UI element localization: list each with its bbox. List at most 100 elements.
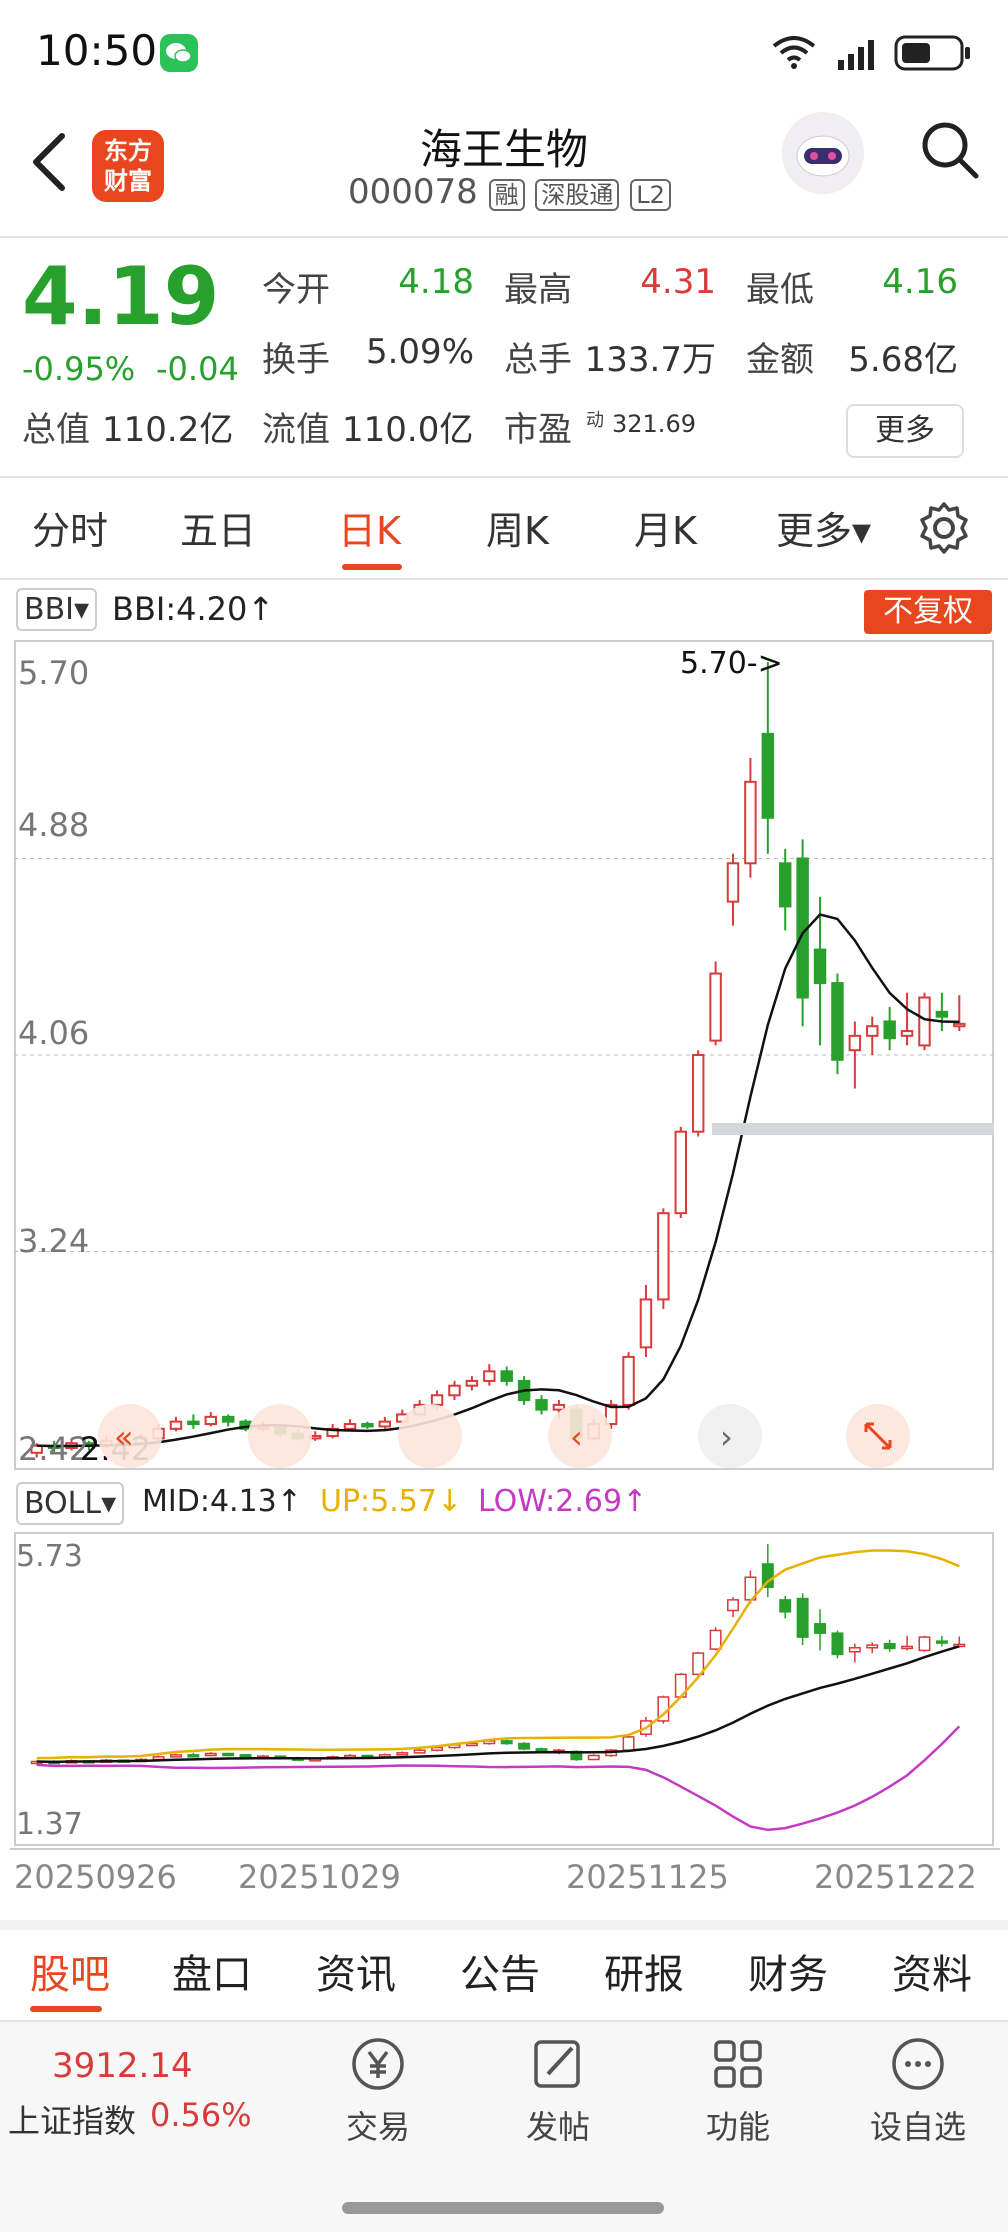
candle — [169, 1420, 183, 1430]
boll-candle — [848, 1647, 861, 1653]
quote-value-5: 5.68亿 — [848, 340, 958, 380]
quote-label-7: 流值 — [262, 410, 330, 450]
boll-candle — [796, 1597, 809, 1638]
zoom-out-button[interactable] — [248, 1404, 312, 1468]
candle — [465, 1379, 479, 1387]
grid-icon — [714, 2040, 762, 2088]
candle — [187, 1420, 200, 1426]
candle — [361, 1423, 374, 1428]
quote-label-4: 总手 — [504, 340, 572, 380]
quote-label-0: 今开 — [262, 270, 330, 310]
tab-daily-k[interactable]: 日K — [338, 500, 401, 555]
boll-candle — [187, 1754, 200, 1758]
boll-candle — [779, 1599, 792, 1613]
chart-settings-gear-icon[interactable] — [916, 500, 972, 560]
index-percent: 0.56% — [150, 2096, 252, 2134]
boll-candle — [814, 1623, 827, 1634]
quote-value-4: 133.7万 — [584, 340, 716, 380]
current-price: 4.19 — [22, 250, 220, 343]
battery-icon — [894, 34, 972, 76]
quote-label-6: 总值 — [22, 410, 90, 450]
pe-superscript: 动 — [586, 410, 604, 431]
x-label-1: 20250926 — [14, 1858, 177, 1896]
quote-divider — [0, 476, 1008, 478]
candle — [813, 948, 827, 985]
tab-guba[interactable]: 股吧 — [30, 1942, 110, 2000]
quote-label-2: 最低 — [746, 270, 814, 310]
tab-news[interactable]: 资讯 — [316, 1942, 396, 2000]
max-price-annotation: 5.70-> — [680, 646, 783, 681]
tab-more[interactable]: 更多▾ — [776, 500, 871, 555]
boll-candle — [883, 1643, 896, 1650]
nav-post[interactable]: 发帖 — [488, 2034, 628, 2148]
main-indicator-select[interactable]: BBI▾ — [16, 588, 98, 631]
boll-candle — [831, 1632, 844, 1656]
tab-pankou[interactable]: 盘口 — [172, 1942, 252, 2000]
wifi-icon — [770, 34, 818, 74]
candle — [483, 1370, 496, 1382]
nav-add-watchlist[interactable]: 设自选 — [848, 2034, 988, 2148]
boll-candle — [413, 1749, 426, 1754]
assistant-avatar-icon[interactable] — [782, 112, 864, 194]
home-indicator[interactable] — [342, 2202, 664, 2214]
candle — [430, 1394, 444, 1406]
zoom-in-button[interactable] — [398, 1404, 462, 1468]
tab-monthly-k[interactable]: 月K — [634, 500, 697, 555]
tab-five-day[interactable]: 五日 — [180, 500, 256, 555]
x-label-4: 20251222 — [814, 1858, 977, 1896]
yen-icon — [352, 2038, 404, 2090]
bbi-value: BBI:4.20↑ — [112, 590, 275, 628]
candle — [761, 732, 775, 819]
boll-y-bottom: 1.37 — [16, 1807, 83, 1842]
search-icon[interactable] — [918, 118, 982, 186]
kline-chart[interactable]: 5.70-> 5.70 4.88 4.06 3.24 2.42 2.42 « ‹… — [14, 640, 994, 1470]
y-label-3: 4.06 — [18, 1014, 89, 1052]
stock-code-line: 000078 融 深股通 L2 — [348, 172, 671, 212]
tab-announcements[interactable]: 公告 — [460, 1942, 540, 2000]
nav-features-label: 功能 — [705, 2108, 770, 2146]
more-dots-icon — [892, 2038, 944, 2090]
sub-indicator-select[interactable]: BOLL▾ — [16, 1482, 125, 1525]
candle — [779, 862, 792, 908]
quote-value-6: 110.2亿 — [102, 410, 234, 450]
candle — [831, 982, 844, 1061]
boll-low: LOW:2.69↑ — [478, 1484, 648, 1519]
nav-features[interactable]: 功能 — [668, 2034, 808, 2148]
tab-weekly-k[interactable]: 周K — [486, 500, 549, 555]
quote-more-button[interactable]: 更多 — [846, 404, 964, 458]
candle — [726, 862, 740, 903]
boll-candle — [587, 1754, 600, 1761]
tag-shenzhen-connect: 深股通 — [535, 179, 620, 211]
quote-value-0: 4.18 — [398, 262, 474, 302]
candle — [709, 972, 722, 1042]
nav-trade-label: 交易 — [345, 2108, 410, 2146]
boll-candle — [239, 1754, 252, 1758]
boll-chart[interactable]: 5.73 1.37 — [14, 1532, 994, 1852]
index-name[interactable]: 上证指数 — [8, 2096, 136, 2142]
candle — [378, 1420, 392, 1428]
quote-value-2: 4.16 — [882, 262, 958, 302]
boll-candle — [396, 1752, 409, 1756]
adjust-mode-button[interactable]: 不复权 — [864, 590, 992, 634]
nav-trade[interactable]: 交易 — [308, 2034, 448, 2148]
y-label-bottom: 2.42 — [18, 1430, 89, 1468]
boll-candle — [431, 1746, 444, 1751]
tab-research[interactable]: 研报 — [604, 1942, 684, 2000]
edit-icon — [534, 2040, 580, 2088]
change-percent: -0.95% — [22, 350, 136, 388]
tab-profile[interactable]: 资料 — [892, 1942, 972, 2000]
candle — [622, 1355, 635, 1406]
tabs-divider — [0, 578, 1008, 580]
boll-candle — [709, 1629, 722, 1650]
boll-candle — [169, 1754, 182, 1758]
tab-intraday[interactable]: 分时 — [32, 500, 108, 555]
index-value[interactable]: 3912.14 — [52, 2046, 193, 2086]
boll-candle — [935, 1640, 948, 1644]
quote-value-1: 4.31 — [640, 262, 716, 302]
tab-finance[interactable]: 财务 — [748, 1942, 828, 2000]
header-divider — [0, 236, 1008, 238]
candle — [204, 1415, 218, 1426]
bottom-tab-indicator — [30, 2006, 102, 2012]
quote-label-8: 市盈 — [504, 410, 572, 450]
nav-post-label: 发帖 — [525, 2108, 590, 2146]
